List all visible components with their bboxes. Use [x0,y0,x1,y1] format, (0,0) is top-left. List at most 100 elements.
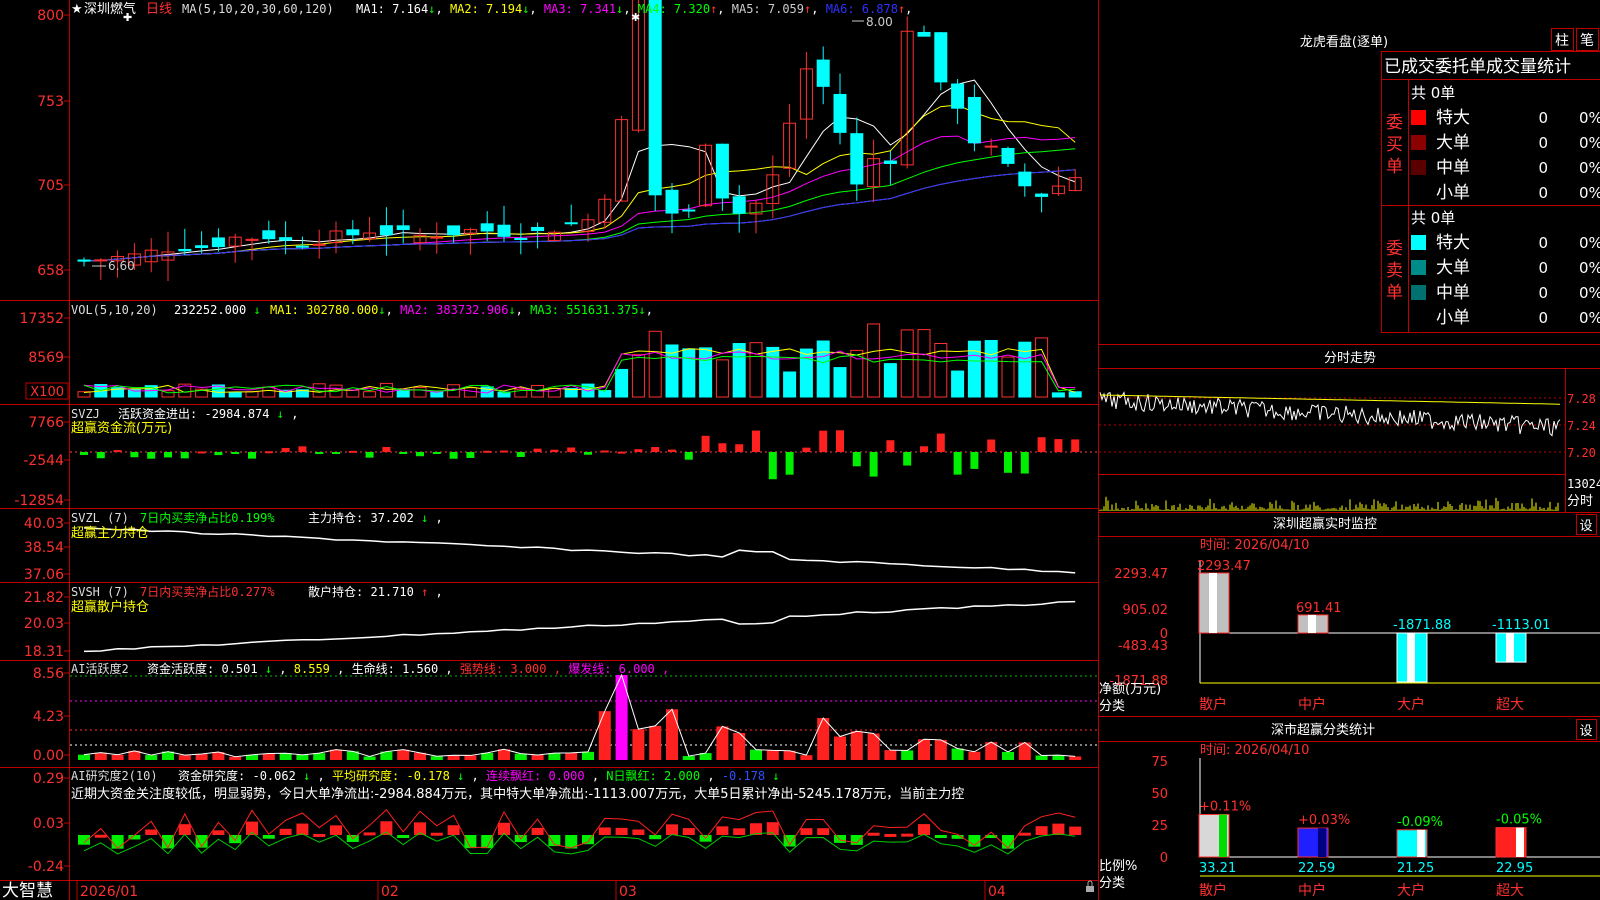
axis-tick-label: 658 [37,263,64,279]
activity-bar [901,750,914,760]
fund-flow-bar [516,452,525,457]
stats-xlabel: 分类 [1099,876,1125,891]
research-bar [531,827,544,835]
volume-bar [1051,392,1065,398]
candle-down [195,245,209,249]
research-bar [1052,823,1065,835]
fund-flow-bar [970,452,979,469]
buy-side-label: 委买单 [1386,113,1403,177]
stats-bar-stripe [1219,814,1227,857]
ma-value: MA3: 7.341 [544,2,616,16]
fund-flow-bar [1004,452,1012,473]
fund-flow-bar [164,452,172,458]
date-tick-label: 04 [988,884,1006,900]
candle-down [480,223,494,232]
activity-bar [884,750,897,760]
candle-down [497,224,511,237]
order-count: 0 [1538,309,1548,327]
stats-category: 大户 [1397,882,1425,899]
volume-bar [766,346,780,398]
ma-value: MA2: 7.194 [450,2,522,16]
fund-flow-bar [802,447,811,452]
stats-ylabel: 比例% [1099,859,1137,874]
svzl-header: SVZL (7) 7日内买卖净占比0.199% 主力持仓: 37.202 ↓ , [71,510,443,525]
fund-flow-bar [197,451,206,454]
activity-bar [145,755,158,760]
research-bar [178,824,191,835]
stats-bar-stripe [1417,829,1425,857]
research-bar [380,821,393,835]
research-bar [598,827,611,835]
volume-bar [967,340,981,398]
fund-flow-bar [567,447,576,452]
monitor-category: 散户 [1199,696,1227,713]
candle-down [279,237,293,241]
activity-bar [178,755,191,760]
low-price-mark: 6.60 [108,259,135,273]
order-count: 0 [1538,159,1548,177]
fund-flow-bar [298,446,307,452]
axis-tick-label: 7766 [28,415,64,431]
lock-icon[interactable] [1086,886,1094,892]
fund-flow-bar [903,452,912,466]
stats-time: 时间: 2026/04/10 [1200,743,1309,758]
fund-flow-bar [147,452,156,459]
candle-down [211,237,225,248]
stats-value-label: 21.25 [1397,861,1434,876]
volume-bar [1068,391,1082,398]
fund-flow-bar [248,452,256,459]
fund-flow-bar [550,449,559,452]
svzl-axis: 40.03 38.54 37.06 [24,516,70,583]
fund-flow-bar [533,448,542,452]
order-count: 0 [1538,184,1548,202]
fund-flow-bar [231,452,240,454]
research-bar [733,828,746,835]
monitor-bar-highlight [1308,614,1316,633]
fund-flow-bar [96,452,105,459]
fund-flow-bar [600,450,609,453]
ma-value: MA5: 7.059 [732,2,804,16]
fund-flow-bar [852,452,861,467]
research-bar [313,833,326,837]
order-count: 0 [1538,259,1548,277]
activity-bar [968,751,981,760]
date-tick-label: 2026/01 [80,884,138,900]
activity-bar [666,709,678,760]
research-bar [430,832,443,836]
order-size-swatch [1411,260,1426,275]
monitor-tick-label: -483.43 [1118,639,1168,654]
axis-tick-label: 37.06 [24,567,64,583]
period-label: 日线 [146,2,172,17]
order-pct: 0% [1579,159,1600,177]
fund-flow-bar [214,452,223,456]
stock-name: 深圳燃气 [84,1,136,17]
activity-bar [750,749,762,760]
activity-bar [1069,756,1082,760]
svsh-axis: 21.82 20.03 18.31 [24,590,70,660]
volume-bar [783,371,797,398]
main-header: ★ 深圳燃气 日线 MA(5,10,20,30,60,120) [71,1,334,17]
fund-flow-bar [332,452,340,454]
monitor-title: 深圳超赢实时监控 [1273,516,1377,532]
order-size-swatch [1411,110,1426,125]
monitor-bar-highlight [1506,633,1514,663]
fund-flow-bar [735,444,744,452]
research-bar [615,827,628,835]
research-bar [296,823,309,835]
svg-text:柱: 柱 [1555,33,1569,49]
axis-tick-label: 705 [37,178,64,194]
svg-text:设: 设 [1579,724,1592,739]
side-char: 委 [1386,113,1403,133]
order-size-swatch [1411,285,1426,300]
activity-bar [682,756,695,760]
candle-down [346,229,360,236]
axis-tick-label: 4.23 [33,709,64,725]
volume-bar [883,363,897,398]
activity-bar [565,752,578,760]
intraday-axis: 7.28 7.24 7.20 [1567,392,1596,460]
candle-down [665,189,679,214]
research-bar [649,835,662,840]
research-bar [666,824,678,835]
axis-tick-label: 18.31 [24,644,64,660]
monitor-bar-label: 691.41 [1296,601,1342,616]
